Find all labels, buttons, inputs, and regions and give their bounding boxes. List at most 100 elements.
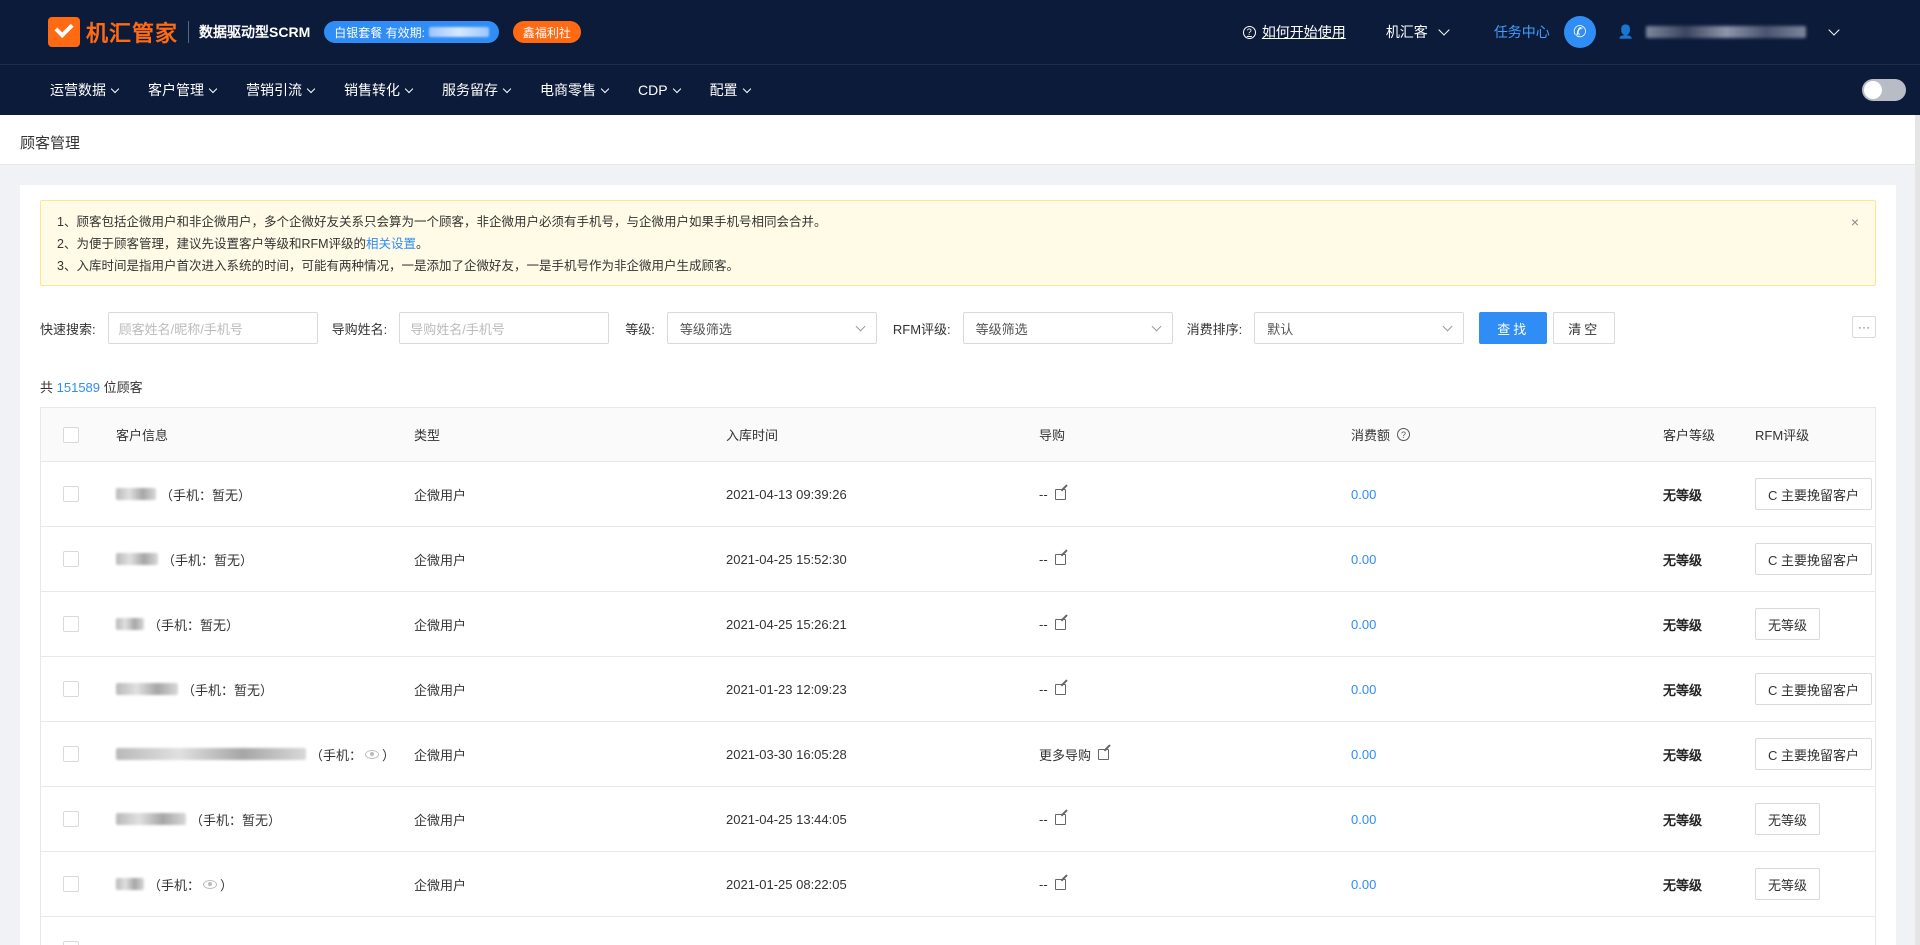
notice-line-2-end: 。 [416,237,429,251]
org-name: 机汇客 [1385,24,1428,40]
select-all-cell [63,408,79,461]
row-checkbox[interactable] [63,941,79,945]
customer-phone: （手机： [310,747,363,763]
edit-icon[interactable] [1054,553,1066,565]
spend-value[interactable]: 0.00 [1351,722,1376,786]
guide-value[interactable]: 更多导购 [1039,745,1091,764]
row-checkbox[interactable] [63,486,79,502]
org-switcher[interactable]: 机汇客 [1385,22,1450,42]
eye-icon[interactable] [365,749,380,759]
header-right: ? 如何开始使用 机汇客 任务中心 ✆ 👤 [1242,0,1920,64]
more-options-button[interactable]: ··· [1852,316,1876,338]
customer-info[interactable]: （手机：暂无） [116,462,251,526]
spend-value[interactable]: 0.00 [1351,592,1376,656]
spend-value[interactable]: 0.00 [1351,787,1376,851]
edit-icon[interactable] [1054,683,1066,695]
row-checkbox[interactable] [63,746,79,762]
rfm-button[interactable]: C 主要挽留客户 [1755,738,1873,770]
guide-value: -- [1039,551,1048,567]
nav-item-marketing[interactable]: 营销引流 [246,80,316,100]
spend-value[interactable]: 0.00 [1351,657,1376,721]
logo[interactable]: 机汇管家 [48,16,178,48]
row-checkbox[interactable] [63,616,79,632]
edit-icon[interactable] [1054,878,1066,890]
table-row: （手机：暂无） 企微用户 2021-01-23 12:09:23 -- 0.00… [41,657,1875,722]
package-badge[interactable]: 白银套餐 有效期: [324,21,499,43]
spend-value[interactable]: 0.00 [1351,462,1376,526]
rfm-select[interactable]: 等级筛选 [962,312,1173,344]
guide-name-label: 导购姓名: [331,321,388,337]
guide-name-input[interactable]: 导购姓名/手机号 [399,312,610,344]
chevron-down-icon [600,84,610,93]
level-value: 无等级 [1663,487,1703,503]
entry-time: 2021-04-13 09:39:26 [726,486,847,502]
customer-info[interactable]: （手机：暂无） [116,527,253,591]
select-all-checkbox[interactable] [63,426,79,443]
rfm-button[interactable]: C 主要挽留客户 [1755,673,1873,705]
nav-item-sales[interactable]: 销售转化 [344,80,414,100]
user-name-redacted [1646,26,1806,38]
edit-icon[interactable] [1098,748,1110,760]
phone-button[interactable]: ✆ [1563,16,1596,48]
customer-info[interactable]: （手机：暂无） [116,787,281,851]
rfm-button[interactable]: 无等级 [1755,803,1821,835]
theme-toggle[interactable] [1862,79,1906,101]
eye-icon[interactable] [203,879,218,889]
edit-icon[interactable] [1054,813,1066,825]
row-checkbox[interactable] [63,681,79,697]
settings-link[interactable]: 相关设置 [366,237,416,251]
customer-phone: （手机：暂无） [160,487,252,503]
welfare-badge[interactable]: 鑫福利社 [512,21,581,43]
level-value: 无等级 [1663,682,1703,698]
product-name: 数据驱动型SCRM [199,24,311,40]
rfm-button[interactable]: 无等级 [1755,868,1821,900]
row-checkbox-cell [63,852,79,916]
customer-info[interactable]: （手机：暂无） [116,592,239,656]
nav-item-ecommerce[interactable]: 电商零售 [540,80,610,100]
customer-info[interactable]: （手机：暂无） [116,657,273,721]
task-center-link[interactable]: 任务中心 [1494,22,1550,42]
help-link[interactable]: ? 如何开始使用 [1242,22,1346,42]
nav-item-service[interactable]: 服务留存 [442,80,512,100]
level-select[interactable]: 等级筛选 [666,312,877,344]
count-number: 151589 [56,380,101,395]
customer-info[interactable]: （手机： ） [116,722,395,786]
row-checkbox[interactable] [63,811,79,827]
row-checkbox[interactable] [63,551,79,567]
rfm-cell: C 主要挽留客户 [1755,657,1873,721]
question-icon[interactable]: ? [1397,428,1411,441]
nav-item-cdp[interactable]: CDP [638,80,681,100]
row-checkbox[interactable] [63,876,79,892]
rfm-button[interactable]: C 主要挽留客户 [1755,478,1873,510]
nav-item-operations[interactable]: 运营数据 [50,80,120,100]
spend-value[interactable]: 0.00 [1351,527,1376,591]
edit-icon[interactable] [1054,618,1066,630]
search-button[interactable]: 查找 [1479,312,1548,344]
spend-value[interactable]: 0.00 [1351,852,1376,916]
close-icon[interactable]: × [1851,211,1859,233]
rfm-button[interactable]: C 主要挽留客户 [1755,543,1873,575]
rfm-cell: 无等级 [1755,787,1821,851]
customer-info[interactable]: （手机： ） [116,852,233,916]
row-checkbox-cell [63,722,79,786]
customer-phone: （手机：暂无） [190,812,282,828]
user-menu[interactable]: 👤 [1618,24,1840,40]
guide-cell: -- [1039,527,1066,591]
guide-cell: -- [1039,852,1066,916]
clear-button[interactable]: 清空 [1553,312,1616,344]
notice-line-3: 3、入库时间是指用户首次进入系统的时间，可能有两种情况，一是添加了企微好友，一是… [57,259,739,273]
customer-phone: （手机：暂无） [162,552,254,568]
quick-search-input[interactable]: 顾客姓名/昵称/手机号 [107,312,318,344]
header-spend: 消费额? [1351,408,1411,461]
page-scrollbar[interactable] [1915,115,1920,945]
nav-item-config[interactable]: 配置 [710,80,751,100]
sort-select[interactable]: 默认 [1254,312,1465,344]
customer-type: 企微用户 [414,617,467,633]
logo-text: 机汇管家 [86,21,179,46]
nav-item-customers[interactable]: 客户管理 [148,80,218,100]
nav-item-label: 服务留存 [442,82,498,98]
rfm-button[interactable]: 无等级 [1755,608,1821,640]
edit-icon[interactable] [1054,488,1066,500]
rfm-cell: C 主要挽留客户 [1755,722,1873,786]
header-rfm: RFM评级 [1755,428,1810,443]
